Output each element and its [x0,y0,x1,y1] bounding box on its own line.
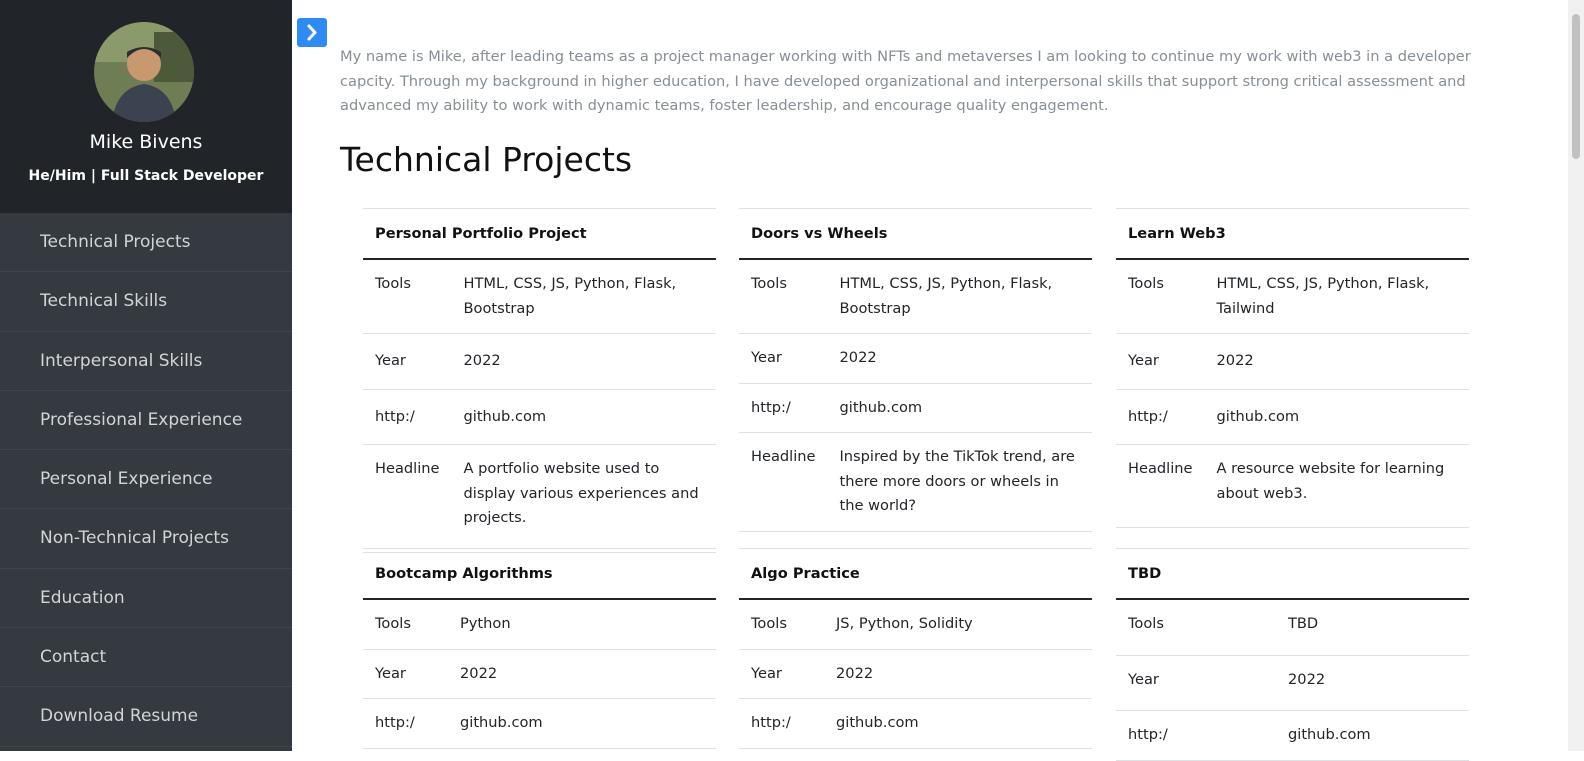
row-key: Headline [739,432,828,532]
table-row: http:/github.com [739,383,1092,433]
row-key: Year [363,649,448,699]
row-key: http:/ [739,383,828,433]
row-value: JS, Python, Solidity [824,599,1092,650]
table-row: Headline A portfolio website used to disp… [363,444,716,553]
nav-education[interactable]: Education [0,569,292,629]
table-row: http:/github.com [363,698,716,749]
row-key: Tools [363,259,452,334]
section-title: Technical Projects [340,140,633,179]
row-key: Tools [739,599,824,650]
project-title: Doors vs Wheels [739,208,1092,260]
row-value: 2022 [451,333,716,390]
project-title: Bootcamp Algorithms [363,548,716,600]
nav-download-resume[interactable]: Download Resume [0,687,292,747]
row-key: http:/ [363,698,448,749]
table-row: http:/github.com [1116,389,1469,445]
avatar [94,22,194,122]
row-key: http:/ [739,698,824,749]
table-row: Tools HTML, CSS, JS, Python, Flask, Tailw… [1116,259,1469,334]
row-key: Headline [1116,444,1205,528]
nav-technical-projects[interactable]: Technical Projects [0,213,292,273]
nav-professional-experience[interactable]: Professional Experience [0,391,292,451]
project-card: Personal Portfolio Project Tools HTML, CS… [363,208,716,553]
project-card: Doors vs Wheels Tools HTML, CSS, JS, Pyth… [739,208,1092,532]
row-key: Year [1116,333,1205,390]
row-key: Year [739,333,828,384]
table-row: http:/github.com [363,389,716,445]
row-key: Headline [363,444,452,553]
table-row: Tools HTML, CSS, JS, Python, Flask, Boots… [739,259,1092,334]
scrollbar-thumb[interactable] [1572,14,1580,159]
github-link[interactable]: github.com [827,383,1092,433]
row-key: Year [739,649,824,699]
row-value: HTML, CSS, JS, Python, Flask, Tailwind [1204,259,1469,334]
project-card: Bootcamp Algorithms Tools Python Year 2022… [363,548,716,749]
row-value: Python [448,599,716,650]
sidebar: Mike Bivens He/Him | Full Stack Develope… [0,0,292,751]
table-row: Year 2022 [363,333,716,390]
row-key: Tools [739,259,828,334]
table-row: Tools Python [363,599,716,650]
nav-contact[interactable]: Contact [0,628,292,688]
table-row: Year 2022 [363,649,716,699]
row-key: Tools [363,599,448,650]
table-row: Tools TBD [1116,599,1469,656]
table-row: Tools HTML, CSS, JS, Python, Flask, Boots… [363,259,716,334]
github-link[interactable]: github.com [1204,389,1469,445]
table-row: http:/github.com [739,698,1092,749]
project-title: Algo Practice [739,548,1092,600]
github-link[interactable]: github.com [448,698,716,749]
github-link[interactable]: github.com [824,698,1092,749]
intro-paragraph: My name is Mike, after leading teams as … [340,48,1471,114]
row-value: 2022 [824,649,1092,699]
profile-subtitle: He/Him | Full Stack Developer [28,168,264,184]
table-row: Tools JS, Python, Solidity [739,599,1092,650]
nav-technical-skills[interactable]: Technical Skills [0,272,292,332]
project-title: Learn Web3 [1116,208,1469,260]
row-key: Year [363,333,452,390]
row-value: TBD [1276,599,1469,656]
project-card: Learn Web3 Tools HTML, CSS, JS, Python, F… [1116,208,1469,528]
row-value: HTML, CSS, JS, Python, Flask, Bootstrap [451,259,716,334]
row-value: 2022 [827,333,1092,384]
row-key: Year [1116,655,1276,711]
nav-non-technical-projects[interactable]: Non-Technical Projects [0,509,292,569]
sidebar-toggle-button[interactable] [297,18,327,47]
row-value: A resource website for learning about we… [1204,444,1469,528]
chevron-right-icon [307,24,317,41]
project-card: Algo Practice Tools JS, Python, Solidity … [739,548,1092,749]
sidebar-nav: Technical Projects Technical Skills Inte… [0,213,292,747]
table-row: Year 2022 [739,649,1092,699]
row-key: http:/ [363,389,452,445]
table-row: Headline Inspired by the TikTok trend, ar… [739,432,1092,532]
scrollbar[interactable] [1568,0,1584,751]
row-key: Tools [1116,599,1276,656]
row-key: http:/ [1116,710,1276,761]
project-title: TBD [1116,548,1469,600]
table-row: Year 2022 [1116,333,1469,390]
project-title: Personal Portfolio Project [363,208,716,260]
table-row: Headline A resource website for learning … [1116,444,1469,528]
nav-interpersonal-skills[interactable]: Interpersonal Skills [0,332,292,391]
row-key: http:/ [1116,389,1205,445]
profile-name: Mike Bivens [89,131,203,153]
github-link[interactable]: github.com [451,389,716,445]
row-value: 2022 [1204,333,1469,390]
table-row: Year 2022 [739,333,1092,384]
project-card: TBD Tools TBD Year 2022 http:/github.com [1116,548,1469,761]
row-key: Tools [1116,259,1205,334]
row-value: A portfolio website used to display vari… [451,444,716,553]
row-value: HTML, CSS, JS, Python, Flask, Bootstrap [827,259,1092,334]
row-value: 2022 [1276,655,1469,711]
profile-header: Mike Bivens He/Him | Full Stack Develope… [0,0,292,213]
table-row: http:/github.com [1116,710,1469,761]
row-value: 2022 [448,649,716,699]
table-row: Year 2022 [1116,655,1469,711]
github-link[interactable]: github.com [1276,710,1469,761]
row-value: Inspired by the TikTok trend, are there … [827,432,1092,532]
nav-personal-experience[interactable]: Personal Experience [0,450,292,510]
